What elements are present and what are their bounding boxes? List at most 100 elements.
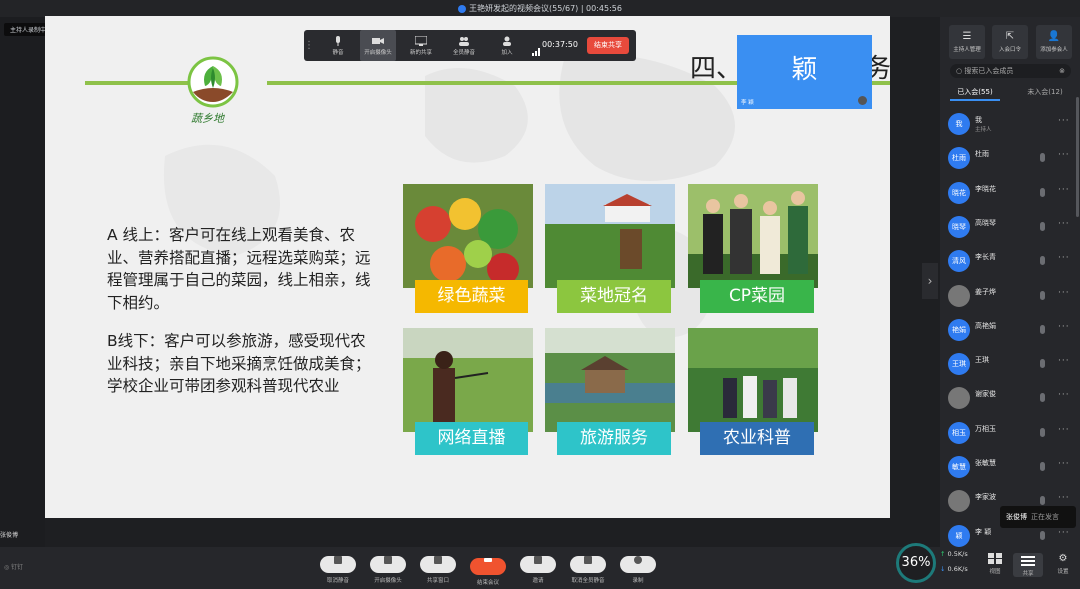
clear-icon[interactable]: ⊗: [1059, 64, 1065, 78]
mic-muted-icon: [1040, 427, 1045, 437]
camera-off-icon: [370, 556, 406, 573]
share-window-button[interactable]: 共享窗口: [414, 552, 462, 584]
member-row[interactable]: 我我主持人 ···: [940, 107, 1080, 141]
more-options-icon[interactable]: ···: [1058, 322, 1070, 332]
more-options-icon[interactable]: ···: [1058, 390, 1070, 400]
new-share-button[interactable]: 新的共享: [403, 30, 439, 61]
tab-not-joined[interactable]: 未入会(12): [1010, 83, 1080, 101]
end-meeting-button[interactable]: 结束会议: [464, 552, 512, 586]
brand-text: 钉钉: [11, 564, 24, 571]
upload-speed: ↑ 0.5K/s: [940, 550, 968, 558]
window-title: 王艳妍发起的视频会议(55/67) | 00:45:56: [468, 4, 622, 13]
photo-vegetables: [403, 184, 533, 288]
share-panel-label: 共享: [1022, 571, 1034, 577]
more-options-icon[interactable]: ···: [1058, 493, 1070, 503]
hang-up-icon: [470, 558, 506, 575]
tile-label-text: 菜地冠名: [580, 286, 648, 306]
avatar: 我: [948, 113, 970, 135]
record-button[interactable]: 录制: [614, 552, 662, 584]
more-options-icon[interactable]: ···: [1058, 116, 1070, 126]
add-member-button[interactable]: 加入: [489, 30, 525, 61]
member-row[interactable]: 晓琴 高晓琴 ···: [940, 210, 1080, 244]
more-options-icon[interactable]: ···: [1058, 425, 1070, 435]
participants-panel: ☰ 主持人管理 ⇱ 入会口令 👤 添加参会人 ○ 搜索已入会成员 ⊗ 已入会(55) …: [940, 17, 1080, 547]
invite-icon: [520, 556, 556, 573]
host-manage-button[interactable]: ☰ 主持人管理: [949, 25, 985, 59]
camera-button[interactable]: 开启摄像头: [360, 30, 396, 61]
mic-off-icon: [320, 556, 356, 573]
avatar: 清风: [948, 250, 970, 273]
video-mic-icon: [858, 96, 867, 105]
drag-handle[interactable]: ⋮: [304, 30, 314, 61]
member-name: 万相玉: [975, 424, 996, 433]
more-options-icon[interactable]: ···: [1058, 219, 1070, 229]
list-icon: ☰: [962, 31, 972, 42]
upload-speed-value: 0.5K/s: [947, 550, 968, 558]
avatar: 敏慧: [948, 456, 970, 478]
unmute-all-button[interactable]: 取消全员静音: [564, 552, 612, 584]
mute-button[interactable]: 静音: [320, 30, 356, 61]
menu-icon: [1021, 556, 1035, 566]
share-window-icon: [420, 556, 456, 573]
collapse-panel-button[interactable]: ›: [922, 263, 938, 299]
member-row[interactable]: 晓花 李晓花 ···: [940, 176, 1080, 210]
member-name: 杜雨: [975, 150, 989, 159]
mic-muted-icon: [1040, 496, 1045, 506]
more-options-icon[interactable]: ···: [1058, 459, 1070, 469]
member-row[interactable]: 杜雨 杜雨 ···: [940, 141, 1080, 175]
more-options-icon[interactable]: ···: [1058, 288, 1070, 298]
download-speed: ↓ 0.6K/s: [940, 565, 968, 573]
member-row[interactable]: 相玉 万相玉 ···: [940, 416, 1080, 450]
mic-muted-icon: [1040, 256, 1045, 266]
participant-video-tile[interactable]: 颖 李 颖: [737, 35, 872, 109]
more-options-icon[interactable]: ···: [1058, 253, 1070, 263]
mic-muted-icon: [1040, 187, 1045, 197]
unmute-button[interactable]: 取消静音: [314, 552, 362, 584]
layout-view-button[interactable]: 视图: [980, 553, 1010, 575]
mic-icon: [336, 36, 340, 46]
search-placeholder: 搜索已入会成员: [964, 67, 1014, 75]
mic-muted-icon: [1040, 393, 1045, 403]
meeting-password-button[interactable]: ⇱ 入会口令: [992, 25, 1028, 59]
settings-button[interactable]: ⚙ 设置: [1048, 553, 1078, 575]
window-title-bar: 王艳妍发起的视频会议(55/67) | 00:45:56: [0, 0, 1080, 17]
member-search-input[interactable]: ○ 搜索已入会成员 ⊗: [950, 64, 1071, 78]
member-list-scrollbar[interactable]: [1076, 97, 1079, 217]
member-row[interactable]: 清风 李长青 ···: [940, 244, 1080, 278]
member-name: 李家波: [975, 493, 996, 502]
avatar: 晓花: [948, 181, 970, 204]
upload-arrow-icon: ↑: [940, 550, 946, 558]
record-icon: [620, 556, 656, 573]
people-icon: [459, 37, 469, 46]
mic-muted-icon: [1040, 153, 1045, 163]
member-row[interactable]: 敏慧 张敏慧 ···: [940, 450, 1080, 484]
member-row[interactable]: 姜子烨 ···: [940, 279, 1080, 313]
invite-button[interactable]: 邀请: [514, 552, 562, 584]
active-speaker-name: 张俊博: [0, 532, 19, 539]
member-name: 张敏慧: [975, 459, 996, 467]
member-row[interactable]: 艳娟 高艳娟 ···: [940, 313, 1080, 347]
paragraph-online: A 线上：客户可在线上观看美食、农业、营养搭配直播；远程选菜购菜；远程管理属于自…: [107, 226, 371, 312]
tile-label-text: 旅游服务: [580, 428, 648, 448]
more-options-icon[interactable]: ···: [1058, 528, 1070, 538]
member-row[interactable]: 王琪 王琪 ···: [940, 347, 1080, 381]
avatar: 杜雨: [948, 147, 970, 170]
more-options-icon[interactable]: ···: [1058, 185, 1070, 195]
member-name: 王琪: [975, 356, 989, 365]
mic-muted-icon: [1040, 462, 1045, 471]
start-camera-button[interactable]: 开启摄像头: [364, 552, 412, 584]
more-options-icon[interactable]: ···: [1058, 356, 1070, 366]
photo-science-tour: [688, 328, 818, 432]
share-panel-button[interactable]: 共享: [1013, 553, 1043, 577]
photo-tourism: [545, 328, 675, 432]
mute-all-button[interactable]: 全员静音: [446, 30, 482, 61]
brand-label: ◎ 钉钉: [4, 562, 23, 571]
more-options-icon[interactable]: ···: [1058, 150, 1070, 160]
avatar: [948, 284, 970, 307]
tile-label-livestream: 网络直播: [415, 422, 528, 455]
add-participant-button[interactable]: 👤 添加参会人: [1036, 25, 1072, 59]
stop-share-button[interactable]: 结束共享: [587, 37, 629, 54]
photo-livestream: [403, 328, 533, 432]
member-row[interactable]: 谢家俊 ···: [940, 381, 1080, 415]
tile-label-text: 农业科普: [723, 428, 791, 448]
